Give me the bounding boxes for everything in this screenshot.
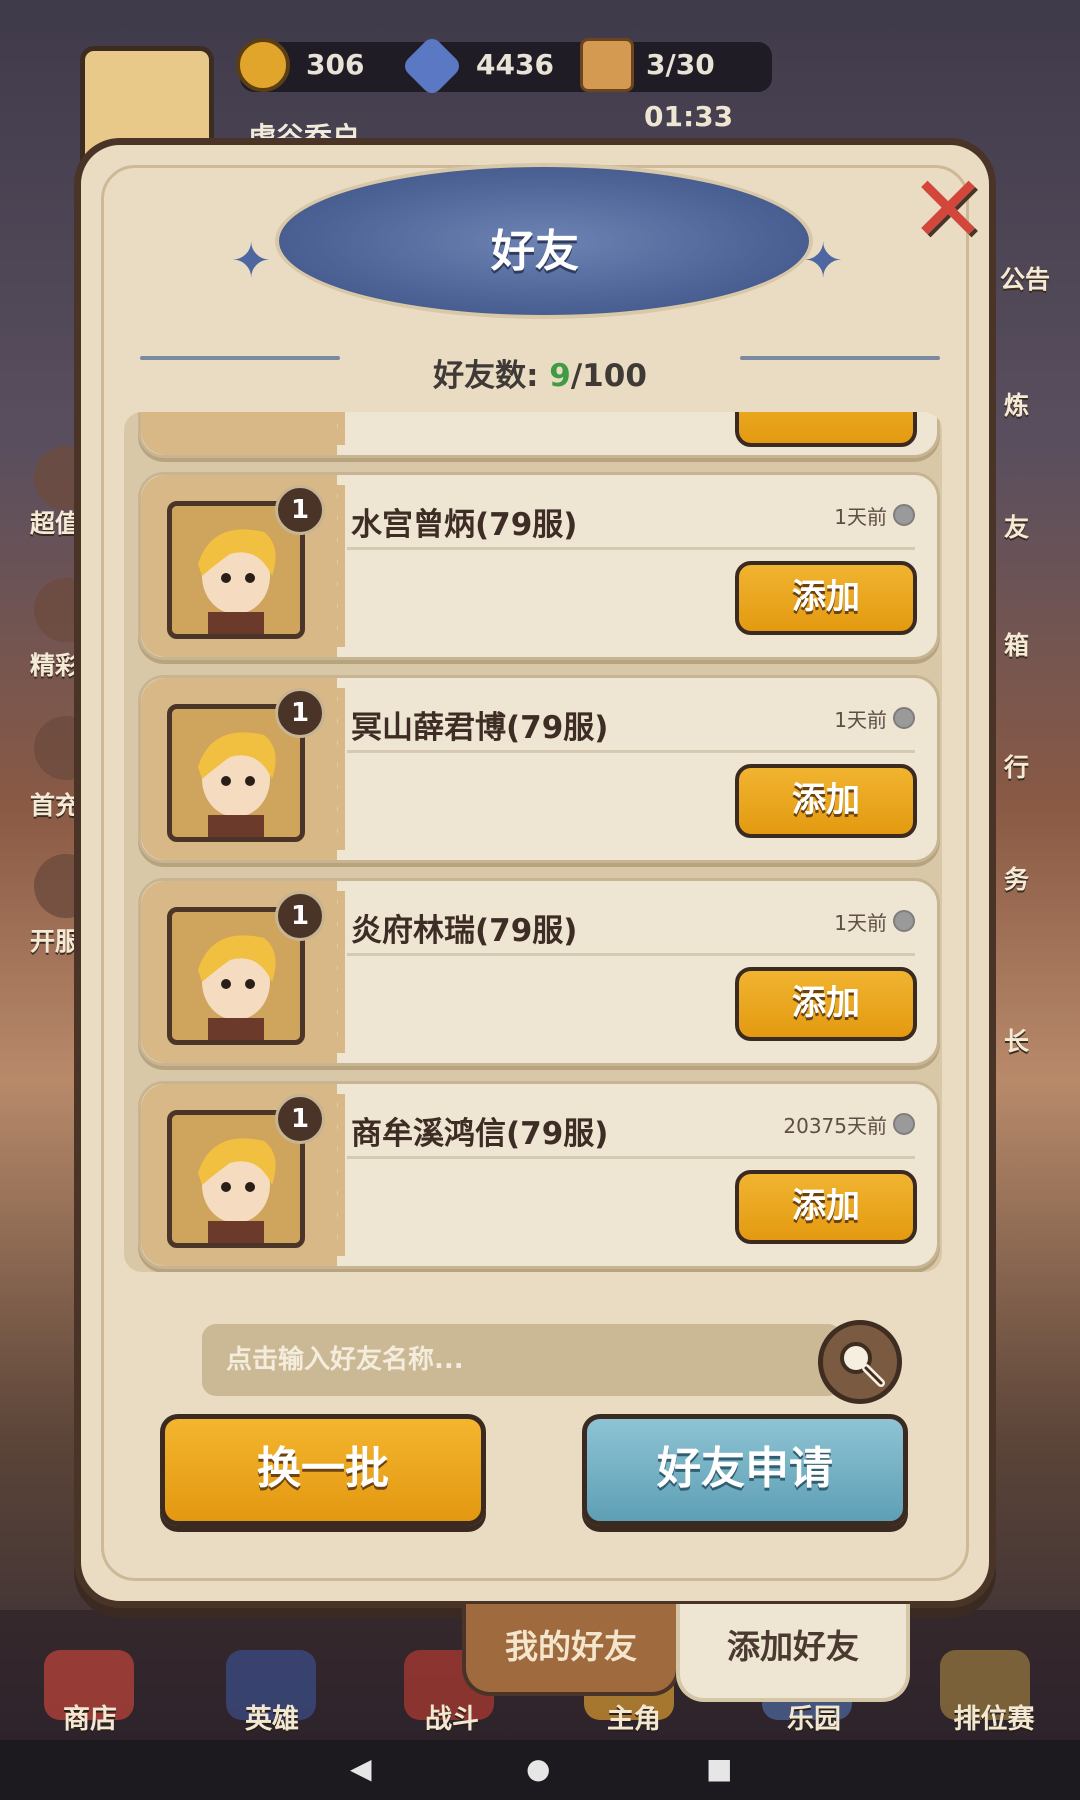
friend-requests-button[interactable]: 好友申请 (582, 1414, 908, 1526)
friend-name: 商牟溪鸿信(79服) (351, 1116, 609, 1152)
row-divider (347, 750, 915, 753)
side-label-right-7[interactable]: 长 (1004, 1022, 1029, 1058)
row-divider (347, 953, 915, 956)
last-online: 1天前 (834, 704, 915, 733)
row-avatar-panel (141, 412, 345, 455)
last-online: 1天前 (834, 501, 915, 530)
list-item: 1 炎府林瑞(79服) 1天前 添加 (138, 878, 940, 1066)
nav-park[interactable]: 乐园 (754, 1697, 874, 1736)
add-friend-button[interactable]: 添加 (735, 764, 917, 838)
side-label-right-3[interactable]: 友 (1004, 508, 1029, 544)
offline-status-icon (893, 910, 915, 932)
friend-count-label: 好友数: (433, 358, 539, 394)
coin-value: 306 (306, 48, 365, 81)
last-online: 20375天前 (783, 1110, 915, 1139)
add-friend-button[interactable]: 添加 (735, 1170, 917, 1244)
refresh-batch-button[interactable]: 换一批 (160, 1414, 486, 1526)
close-button[interactable]: ✕ (900, 164, 996, 256)
offline-status-icon (893, 707, 915, 729)
stamina-timer: 01:33 (644, 100, 734, 133)
tab-add-friends[interactable]: 添加好友 (676, 1604, 910, 1702)
tab-my-friends[interactable]: 我的好友 (462, 1604, 680, 1696)
side-label-right-6[interactable]: 务 (1004, 860, 1029, 896)
friend-name: 冥山薛君博(79服) (351, 710, 609, 746)
coin-icon[interactable] (236, 38, 290, 92)
add-friend-button[interactable]: 添加 (735, 967, 917, 1041)
friend-suggestion-list[interactable]: 1 水宫曾炳(79服) 1天前 添加 1 冥山薛君博(79服) 1天前 添加 1… (124, 412, 942, 1272)
offline-status-icon (893, 1113, 915, 1135)
last-online-text: 1天前 (834, 708, 887, 732)
list-item: 1 商牟溪鸿信(79服) 20375天前 添加 (138, 1081, 940, 1269)
last-online-text: 20375天前 (783, 1114, 887, 1138)
level-badge: 1 (275, 485, 325, 535)
side-label-right-4[interactable]: 箱 (1004, 626, 1029, 662)
last-online-text: 1天前 (834, 505, 887, 529)
row-divider (347, 1156, 915, 1159)
list-item: 1 水宫曾炳(79服) 1天前 添加 (138, 472, 940, 660)
stamina-value: 3/30 (646, 48, 715, 81)
nav-main-character[interactable]: 主角 (574, 1697, 694, 1736)
side-label-left-1: 超值 (30, 509, 81, 538)
side-label-left-2: 精彩 (30, 651, 81, 680)
level-badge: 1 (275, 1094, 325, 1144)
row-divider (347, 547, 915, 550)
friend-count: 好友数: 9/100 (0, 350, 1080, 395)
list-item (138, 412, 940, 458)
friend-count-current: 9 (549, 358, 571, 394)
nav-heroes[interactable]: 英雄 (212, 1697, 332, 1736)
last-online-text: 1天前 (834, 911, 887, 935)
friend-name: 炎府林瑞(79服) (351, 913, 578, 949)
nav-battle[interactable]: 战斗 (392, 1697, 512, 1736)
friend-name: 水宫曾炳(79服) (351, 507, 578, 543)
dialog-title: 好友 (491, 226, 579, 277)
star-gem-value: 4436 (476, 48, 554, 81)
biscuit-stamina-icon[interactable] (580, 38, 634, 92)
add-friend-button[interactable]: 添加 (735, 561, 917, 635)
side-label-left-3: 首充 (30, 791, 81, 820)
nav-shop[interactable]: 商店 (30, 1697, 150, 1736)
last-online: 1天前 (834, 907, 915, 936)
search-icon (840, 1342, 885, 1387)
nav-ranked[interactable]: 排位赛 (934, 1697, 1054, 1736)
level-badge: 1 (275, 891, 325, 941)
offline-status-icon (893, 504, 915, 526)
side-label-left-4: 开服 (30, 927, 81, 956)
home-icon[interactable]: ● (526, 1752, 550, 1785)
back-icon[interactable]: ◀ (350, 1752, 372, 1785)
search-input[interactable]: 点击输入好友名称... (202, 1324, 842, 1396)
side-label-right-5[interactable]: 行 (1004, 748, 1029, 784)
add-friend-button[interactable] (735, 412, 917, 447)
list-item: 1 冥山薛君博(79服) 1天前 添加 (138, 675, 940, 863)
recents-icon[interactable]: ■ (706, 1752, 732, 1785)
side-label-right-1[interactable]: 公告 (1000, 260, 1050, 296)
search-button[interactable] (818, 1320, 902, 1404)
level-badge: 1 (275, 688, 325, 738)
friend-count-max: /100 (570, 358, 647, 394)
